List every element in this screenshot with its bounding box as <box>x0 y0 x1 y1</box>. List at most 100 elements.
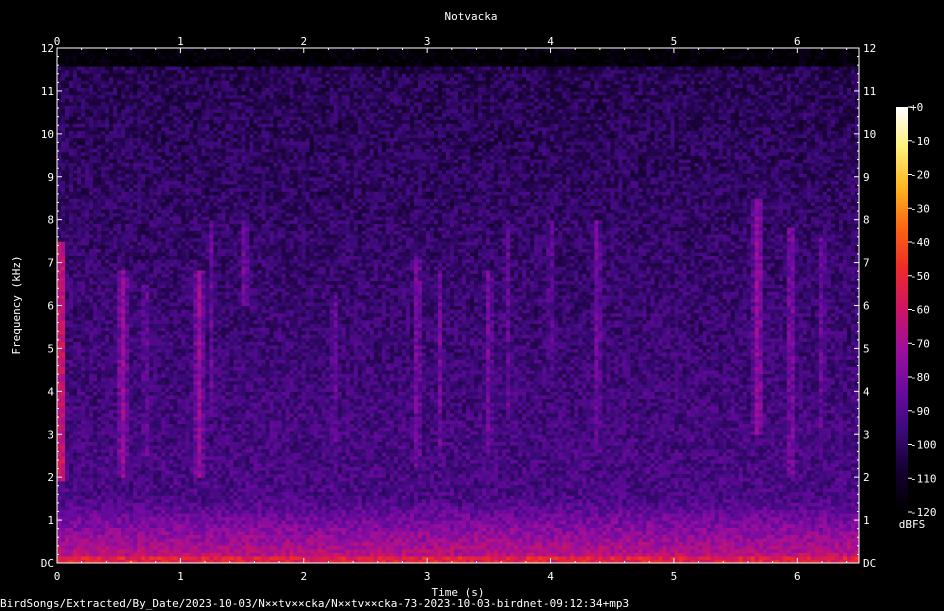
spectrogram-cell <box>294 545 299 549</box>
spectrogram-cell <box>294 495 299 499</box>
spectrogram-cell <box>787 534 792 538</box>
spectrogram-cell <box>153 552 158 556</box>
spectrogram-cell <box>65 545 70 549</box>
spectrogram-cell <box>638 499 643 503</box>
spectrogram-cell <box>646 556 651 560</box>
spectrogram-cell <box>518 549 523 553</box>
spectrogram-cell <box>835 534 840 538</box>
spectrogram-cell <box>715 531 720 535</box>
spectrogram-cell <box>767 552 772 556</box>
spectrogram-cell <box>622 488 627 492</box>
spectrogram-cell <box>113 488 118 492</box>
spectrogram-cell <box>302 545 307 549</box>
spectrogram-cell <box>795 509 800 513</box>
spectrogram-cell <box>731 499 736 503</box>
spectrogram-cell <box>454 534 459 538</box>
spectrogram-cell <box>438 534 443 538</box>
spectrogram-cell <box>322 524 327 528</box>
spectrogram-cell <box>839 495 844 499</box>
spectrogram-cell <box>755 499 760 503</box>
spectrogram-cell <box>691 495 696 499</box>
spectrogram-cell <box>161 506 166 510</box>
spectrogram-cell <box>450 524 455 528</box>
spectrogram-cell <box>249 481 254 485</box>
spectrogram-cell <box>739 556 744 560</box>
spectrogram-cell <box>663 552 668 556</box>
spectrogram-cell <box>153 506 158 510</box>
spectrogram-cell <box>189 545 194 549</box>
spectrogram-cell <box>570 506 575 510</box>
spectrogram-cell <box>97 491 102 495</box>
spectrogram-cell <box>462 542 467 546</box>
spectrogram-cell <box>286 491 291 495</box>
spectrogram-cell <box>775 509 780 513</box>
spectrogram-cell <box>318 556 323 560</box>
spectrogram-cell <box>402 488 407 492</box>
spectrogram-cell <box>209 509 214 513</box>
spectrogram-cell <box>719 552 724 556</box>
spectrogram-cell <box>438 484 443 488</box>
spectrogram-cell <box>117 509 122 513</box>
spectrogram-cell <box>574 520 579 524</box>
spectrogram-cell <box>101 474 106 478</box>
spectrogram-cell <box>514 552 519 556</box>
spectrogram-cell <box>262 499 267 503</box>
spectrogram-cell <box>827 474 832 478</box>
spectrogram-cell <box>229 495 234 499</box>
spectrogram-cell <box>177 538 182 542</box>
spectrogram-cell <box>727 556 732 560</box>
spectrogram-cell <box>314 481 319 485</box>
spectrogram-cell <box>406 513 411 517</box>
spectrogram-cell <box>831 552 836 556</box>
spectrogram-cell <box>418 534 423 538</box>
spectrogram-cell <box>819 474 824 478</box>
spectrogram-cell <box>322 477 327 481</box>
spectrogram-cell <box>723 488 728 492</box>
spectrogram-cell <box>775 502 780 506</box>
spectrogram-cell <box>654 506 659 510</box>
spectrogram-cell <box>679 513 684 517</box>
spectrogram-cell <box>811 527 816 531</box>
spectrogram-cell <box>382 556 387 560</box>
spectrogram-cell <box>562 552 567 556</box>
spectrogram-cell <box>490 538 495 542</box>
spectrogram-cell <box>707 524 712 528</box>
spectrogram-cell <box>703 552 708 556</box>
spectrogram-cell <box>767 556 772 560</box>
spectrogram-cell <box>478 477 483 481</box>
spectrogram-cell <box>61 556 66 560</box>
spectrogram-cell <box>630 481 635 485</box>
spectrogram-cell <box>642 513 647 517</box>
spectrogram-cell <box>759 509 764 513</box>
spectrogram-cell <box>590 499 595 503</box>
spectrogram-cell <box>330 474 335 478</box>
spectrogram-cell <box>362 538 367 542</box>
spectrogram-cell <box>795 520 800 524</box>
spectrogram-cell <box>731 538 736 542</box>
spectrogram-cell <box>490 549 495 553</box>
spectrogram-cell <box>618 495 623 499</box>
spectrogram-cell <box>426 545 431 549</box>
spectrogram-cell <box>470 495 475 499</box>
spectrogram-cell <box>839 552 844 556</box>
spectrogram-cell <box>683 542 688 546</box>
spectrogram-cell <box>105 491 110 495</box>
spectrogram-cell <box>538 552 543 556</box>
spectrogram-cell <box>418 531 423 535</box>
spectrogram-cell <box>386 506 391 510</box>
spectrogram-cell <box>270 477 275 481</box>
spectrogram-cell <box>610 517 615 521</box>
spectrogram-cell <box>498 506 503 510</box>
spectrogram-cell <box>779 531 784 535</box>
spectrogram-cell <box>610 484 615 488</box>
spectrogram-cell <box>262 531 267 535</box>
spectrogram-cell <box>105 474 110 478</box>
spectrogram-cell <box>739 538 744 542</box>
spectrogram-cell <box>626 545 631 549</box>
spectrogram-cell <box>306 542 311 546</box>
spectrogram-cell <box>831 517 836 521</box>
spectrogram-cell <box>233 491 238 495</box>
spectrogram-cell <box>466 542 471 546</box>
spectrogram-cell <box>213 509 218 513</box>
spectrogram-cell <box>318 517 323 521</box>
